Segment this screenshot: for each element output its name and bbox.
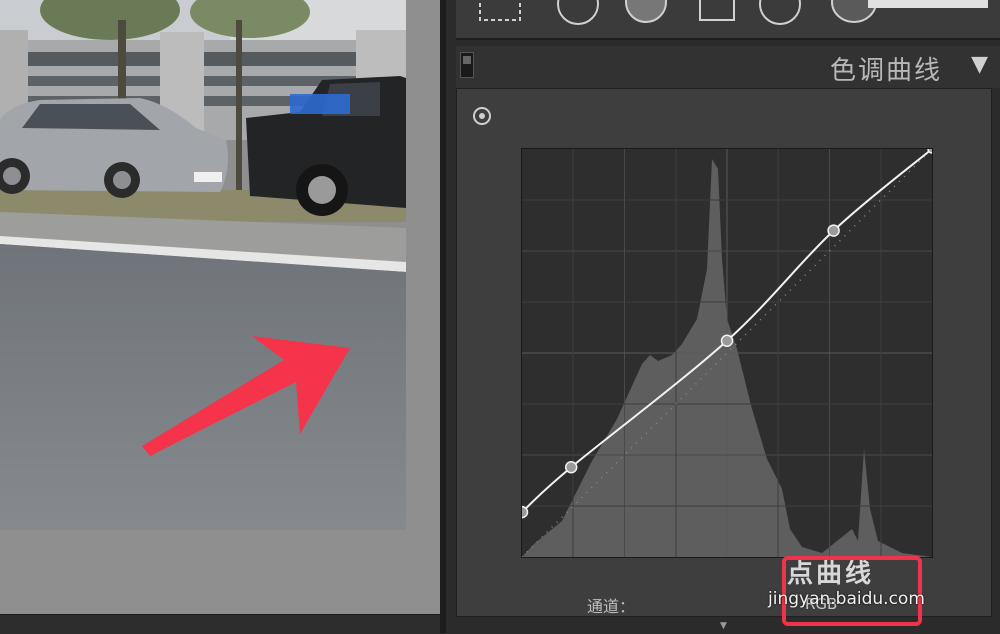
tool-strip [456,0,1000,40]
tone-curve-header[interactable]: 色调曲线 ▼ [456,46,1000,88]
section-title: 色调曲线 [829,56,942,86]
curve-control-point[interactable] [720,334,734,348]
curve-control-point[interactable] [827,224,840,237]
curve-control-point[interactable] [522,505,529,519]
panel-end-triangle-icon: ▼ [720,621,727,631]
curve-control-point[interactable] [564,460,578,474]
targeted-adjustment-icon[interactable] [473,107,491,125]
photo-preview [0,0,406,530]
collapse-triangle-icon[interactable]: ▼ [971,52,988,77]
crop-overlay-icon [479,0,521,21]
brush-slider [868,0,988,8]
spot-removal-icon [557,0,599,25]
tone-curve-graph[interactable] [521,148,933,558]
radial-filter-icon [759,0,801,25]
red-eye-icon [625,0,667,23]
tone-curve-section: 点曲线 通道： RGB [456,88,992,617]
panel-toggle-switch[interactable] [460,52,474,78]
develop-panel: 色调曲线 ▼ 点曲线 通道： RGB [446,0,1000,633]
filmstrip-bar [0,614,440,634]
curve-canvas[interactable] [522,149,932,557]
photo-preview-pane [0,0,440,633]
watermark-text: jingyan.baidu.com [768,589,925,609]
street-photo [0,0,406,530]
tool-icons [479,0,988,25]
channel-label: 通道： [587,597,636,616]
graduated-filter-icon [699,0,735,21]
